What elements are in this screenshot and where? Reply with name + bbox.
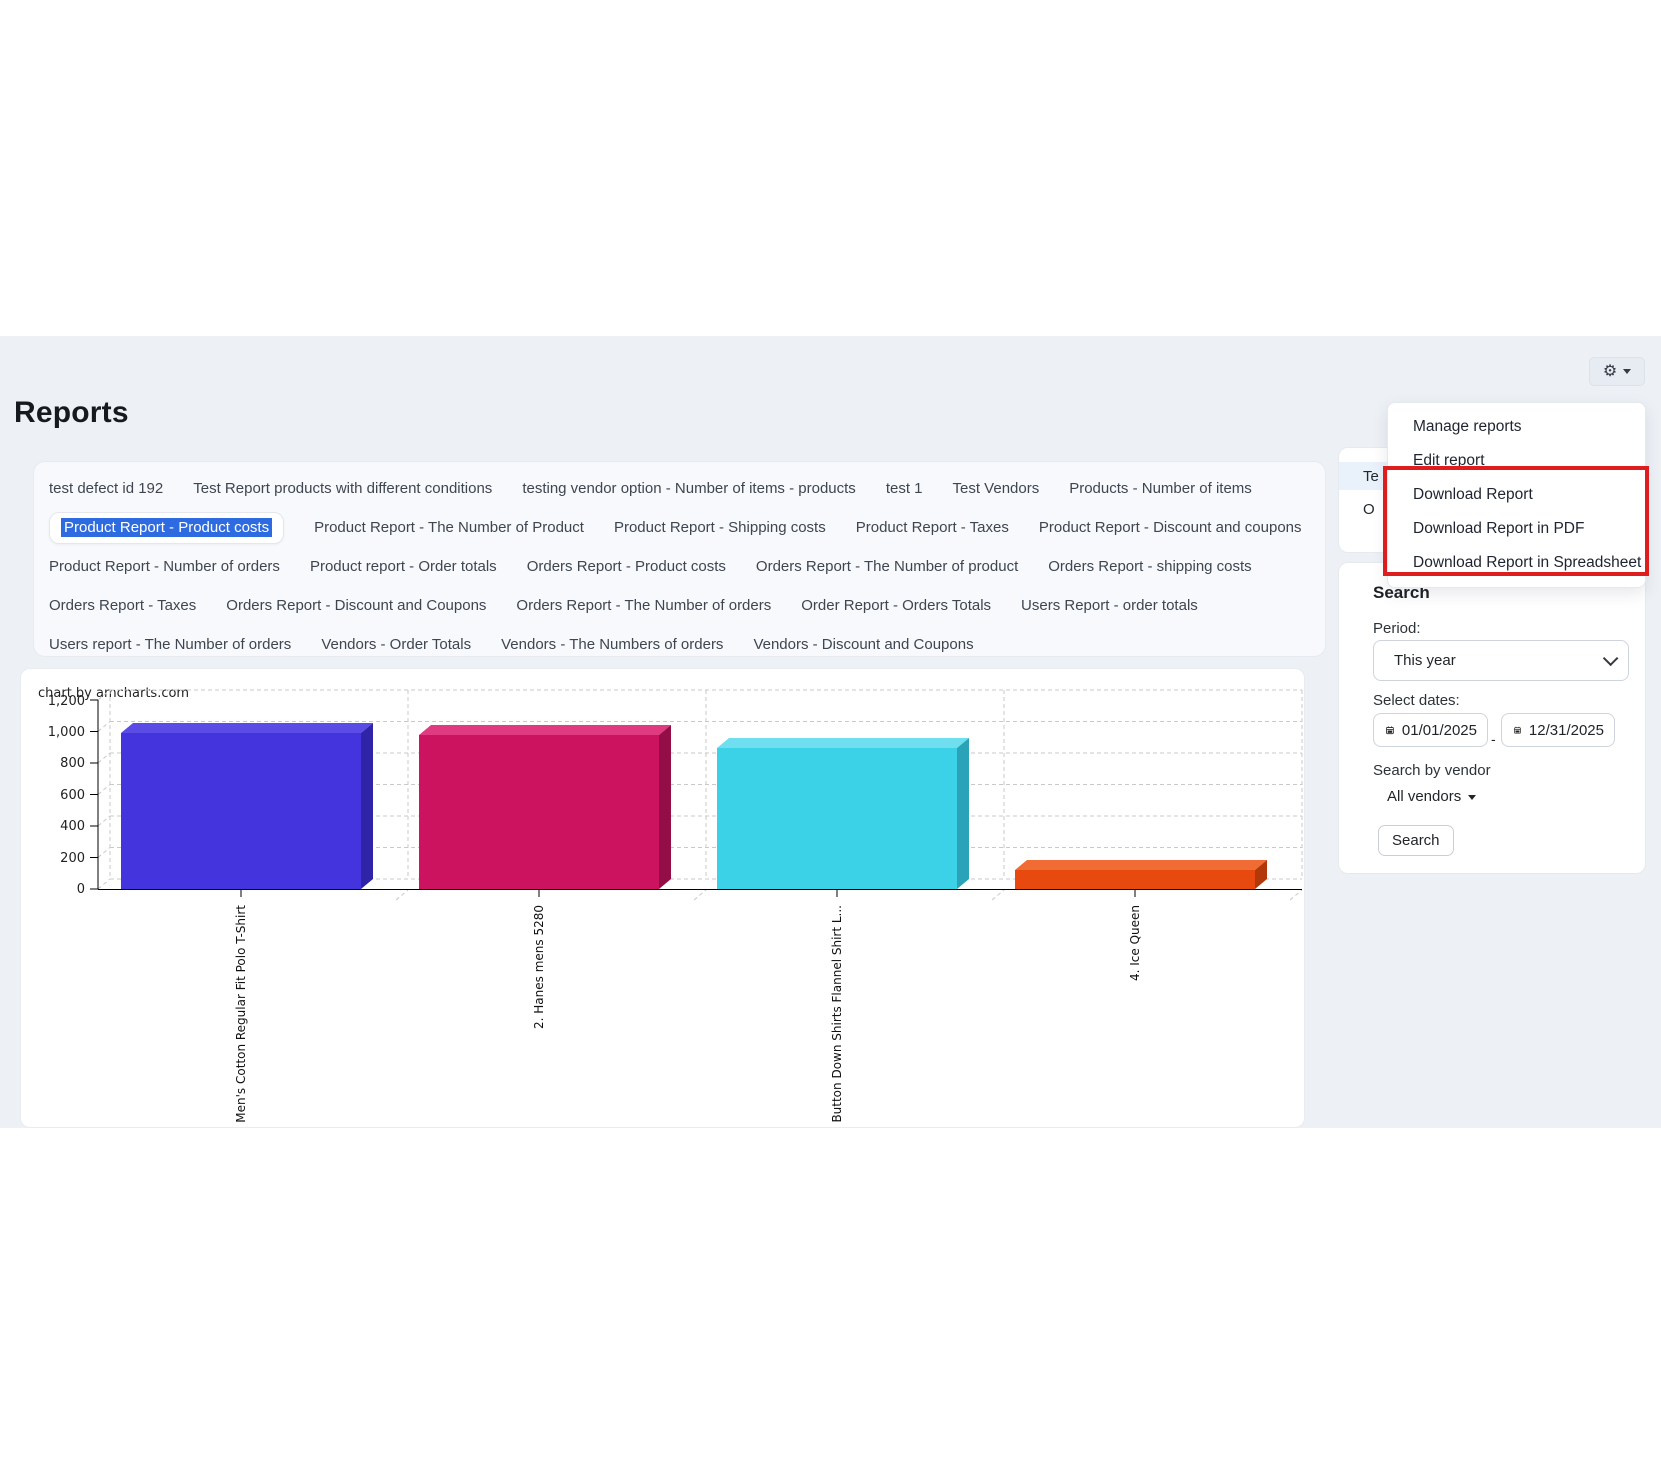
y-tick-200: 200 xyxy=(60,851,85,866)
tab-vendors-order-totals[interactable]: Vendors - Order Totals xyxy=(321,636,471,653)
period-label: Period: xyxy=(1373,620,1421,637)
bar-hanes-mens-5280 xyxy=(419,725,671,889)
tab-row-5: Users report - The Number of orders Vend… xyxy=(49,625,1325,664)
tab-product-report-shipping-costs[interactable]: Product Report - Shipping costs xyxy=(614,519,826,536)
tab-product-report-taxes[interactable]: Product Report - Taxes xyxy=(856,519,1009,536)
tab-row-1: test defect id 192 Test Report products … xyxy=(49,469,1325,508)
menu-item-manage-reports[interactable]: Manage reports xyxy=(1388,410,1645,444)
vendor-dropdown[interactable]: All vendors xyxy=(1387,788,1477,805)
category-label-4: 4. Ice Queen xyxy=(1128,905,1142,981)
tab-test-vendors[interactable]: Test Vendors xyxy=(953,480,1040,497)
tab-users-report-number-of-orders[interactable]: Users report - The Number of orders xyxy=(49,636,291,653)
tab-product-report-number-of-orders[interactable]: Product Report - Number of orders xyxy=(49,558,280,575)
search-by-vendor-label: Search by vendor xyxy=(1373,762,1491,779)
bar-mens-button-down-flannel xyxy=(717,738,969,889)
search-panel: Search Period: This year Select dates: 0… xyxy=(1338,562,1646,874)
date-to-value: 12/31/2025 xyxy=(1528,721,1604,739)
tab-test-1[interactable]: test 1 xyxy=(886,480,923,497)
tab-orders-report-taxes[interactable]: Orders Report - Taxes xyxy=(49,597,196,614)
date-to-input[interactable]: 12/31/2025 xyxy=(1501,713,1615,747)
chevron-down-icon xyxy=(1602,650,1619,667)
tab-order-report-orders-totals[interactable]: Order Report - Orders Totals xyxy=(801,597,991,614)
tab-products-number-of-items[interactable]: Products - Number of items xyxy=(1069,480,1252,497)
bar-solly-polo-tshirt xyxy=(121,723,373,889)
tab-vendors-numbers-of-orders[interactable]: Vendors - The Numbers of orders xyxy=(501,636,723,653)
menu-item-download-report-spreadsheet[interactable]: Download Report in Spreadsheet xyxy=(1388,546,1645,580)
tab-testing-vendor-option-number-items[interactable]: testing vendor option - Number of items … xyxy=(522,480,856,497)
bar-chart-svg: chart by amcharts.com 1,200 1,000 800 60… xyxy=(38,686,1303,1128)
menu-item-download-report-pdf[interactable]: Download Report in PDF xyxy=(1388,512,1645,546)
category-label-3: Mens Button Down Shirts Flannel Shirt L.… xyxy=(830,905,844,1128)
calendar-icon xyxy=(1514,726,1521,734)
selected-tab-label: Product Report - Product costs xyxy=(61,517,273,537)
caret-down-icon xyxy=(1623,369,1632,374)
settings-button[interactable]: ⚙ xyxy=(1589,357,1645,386)
y-tick-0: 0 xyxy=(77,882,85,897)
date-from-value: 01/01/2025 xyxy=(1401,721,1477,739)
settings-menu: Manage reports Edit report Download Repo… xyxy=(1387,402,1646,588)
y-tick-400: 400 xyxy=(60,819,85,834)
tab-test-report-products-different-conditions[interactable]: Test Report products with different cond… xyxy=(193,480,492,497)
gear-icon: ⚙ xyxy=(1602,362,1618,380)
search-button[interactable]: Search xyxy=(1378,825,1454,856)
tab-vendors-discount-coupons[interactable]: Vendors - Discount and Coupons xyxy=(753,636,973,653)
y-tick-800: 800 xyxy=(60,756,85,771)
y-tick-1000: 1,000 xyxy=(48,725,85,740)
vendor-dropdown-value: All vendors xyxy=(1387,788,1462,805)
y-tick-1200: 1,200 xyxy=(48,694,85,709)
chart-card: chart by amcharts.com 1,200 1,000 800 60… xyxy=(20,668,1305,1128)
tab-row-3: Product Report - Number of orders Produc… xyxy=(49,547,1325,586)
menu-item-download-report[interactable]: Download Report xyxy=(1388,478,1645,512)
tab-test-defect-id-192[interactable]: test defect id 192 xyxy=(49,480,163,497)
page-title: Reports xyxy=(14,396,129,429)
tab-orders-report-shipping-costs[interactable]: Orders Report - shipping costs xyxy=(1048,558,1251,575)
menu-item-edit-report[interactable]: Edit report xyxy=(1388,444,1645,478)
select-dates-label: Select dates: xyxy=(1373,692,1460,709)
period-select-value: This year xyxy=(1394,652,1456,669)
reports-tabs-panel: test defect id 192 Test Report products … xyxy=(33,461,1326,657)
tab-orders-report-discount-coupons[interactable]: Orders Report - Discount and Coupons xyxy=(226,597,486,614)
y-axis-labels: 1,200 1,000 800 600 400 200 0 xyxy=(48,694,85,897)
vendor-caret-icon xyxy=(1468,795,1477,800)
tab-users-report-order-totals[interactable]: Users Report - order totals xyxy=(1021,597,1198,614)
x-axis-labels: Solly Men's Cotton Regular Fit Polo T-Sh… xyxy=(234,905,1142,1128)
category-label-2: 2. Hanes mens 5280 xyxy=(532,905,546,1029)
tab-orders-report-number-of-orders[interactable]: Orders Report - The Number of orders xyxy=(516,597,771,614)
tab-row-2: Product Report - Product costs Product R… xyxy=(49,508,1325,547)
bar-ice-queen xyxy=(1015,860,1267,889)
tab-product-report-number-of-product[interactable]: Product Report - The Number of Product xyxy=(314,519,584,536)
category-label-1: Solly Men's Cotton Regular Fit Polo T-Sh… xyxy=(234,905,248,1128)
tab-product-report-discount-coupons[interactable]: Product Report - Discount and coupons xyxy=(1039,519,1302,536)
y-tick-600: 600 xyxy=(60,788,85,803)
tab-orders-report-number-of-product[interactable]: Orders Report - The Number of product xyxy=(756,558,1018,575)
calendar-icon xyxy=(1386,726,1394,735)
date-range-separator: - xyxy=(1491,731,1496,747)
tab-product-report-order-totals[interactable]: Product report - Order totals xyxy=(310,558,497,575)
tab-orders-report-product-costs[interactable]: Orders Report - Product costs xyxy=(527,558,726,575)
tab-row-4: Orders Report - Taxes Orders Report - Di… xyxy=(49,586,1325,625)
period-select[interactable]: This year xyxy=(1373,640,1629,681)
date-from-input[interactable]: 01/01/2025 xyxy=(1373,713,1488,747)
tab-product-report-product-costs-selected[interactable]: Product Report - Product costs xyxy=(49,511,285,544)
